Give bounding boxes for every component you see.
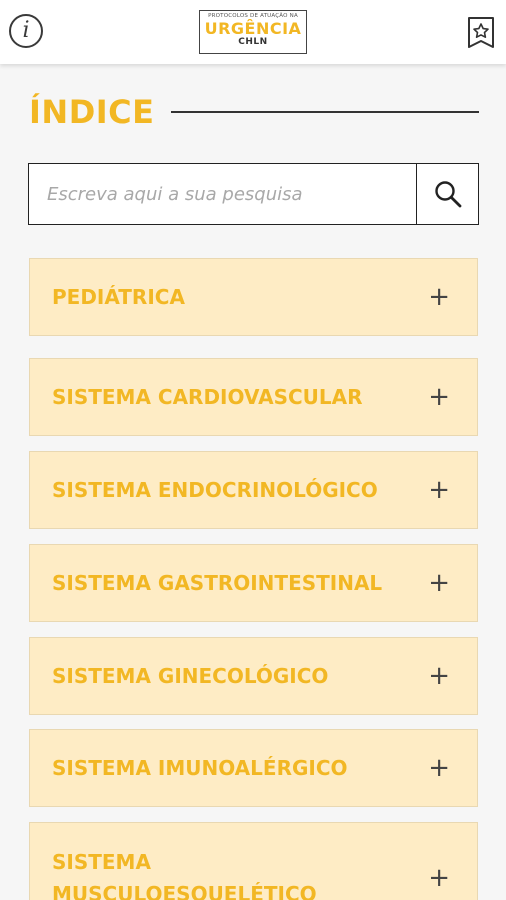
category-item-musculoesqueletico[interactable]: SISTEMA MUSCULOESQUELÉTICO +	[29, 822, 478, 900]
expand-plus-icon[interactable]: +	[428, 384, 450, 410]
expand-plus-icon[interactable]: +	[428, 570, 450, 596]
category-item-imunoalergico[interactable]: SISTEMA IMUNOALÉRGICO +	[29, 729, 478, 807]
expand-plus-icon[interactable]: +	[428, 477, 450, 503]
category-label: SISTEMA GASTROINTESTINAL	[52, 571, 383, 595]
info-glyph: i	[22, 18, 30, 43]
category-label: PEDIÁTRICA	[52, 285, 185, 309]
expand-plus-icon[interactable]: +	[428, 755, 450, 781]
search-bar	[28, 163, 479, 225]
app-logo: PROTOCOLOS DE ATUAÇÃO NA URGÊNCIA CHLN	[199, 10, 307, 54]
category-label: SISTEMA GINECOLÓGICO	[52, 664, 329, 688]
logo-title: URGÊNCIA	[204, 19, 302, 38]
category-item-endocrinologico[interactable]: SISTEMA ENDOCRINOLÓGICO +	[29, 451, 478, 529]
search-input[interactable]	[29, 164, 416, 224]
info-icon[interactable]: i	[9, 14, 43, 48]
expand-plus-icon[interactable]: +	[428, 663, 450, 689]
page-title: ÍNDICE	[29, 93, 155, 131]
category-label: SISTEMA CARDIOVASCULAR	[52, 385, 363, 409]
page-title-row: ÍNDICE	[29, 92, 479, 132]
category-item-cardiovascular[interactable]: SISTEMA CARDIOVASCULAR +	[29, 358, 478, 436]
category-item-pediatrica[interactable]: PEDIÁTRICA +	[29, 258, 478, 336]
title-divider	[170, 111, 479, 113]
expand-plus-icon[interactable]: +	[428, 284, 450, 310]
category-label: SISTEMA ENDOCRINOLÓGICO	[52, 478, 378, 502]
search-button[interactable]	[416, 164, 478, 224]
category-item-ginecologico[interactable]: SISTEMA GINECOLÓGICO +	[29, 637, 478, 715]
category-label: SISTEMA IMUNOALÉRGICO	[52, 756, 348, 780]
category-label: SISTEMA MUSCULOESQUELÉTICO	[52, 850, 317, 900]
star-bookmark-icon[interactable]	[466, 16, 496, 50]
search-icon	[434, 181, 461, 208]
logo-subtitle: CHLN	[238, 37, 268, 47]
category-item-gastrointestinal[interactable]: SISTEMA GASTROINTESTINAL +	[29, 544, 478, 622]
expand-plus-icon[interactable]: +	[428, 865, 450, 891]
app-header: i PROTOCOLOS DE ATUAÇÃO NA URGÊNCIA CHLN	[0, 0, 506, 64]
